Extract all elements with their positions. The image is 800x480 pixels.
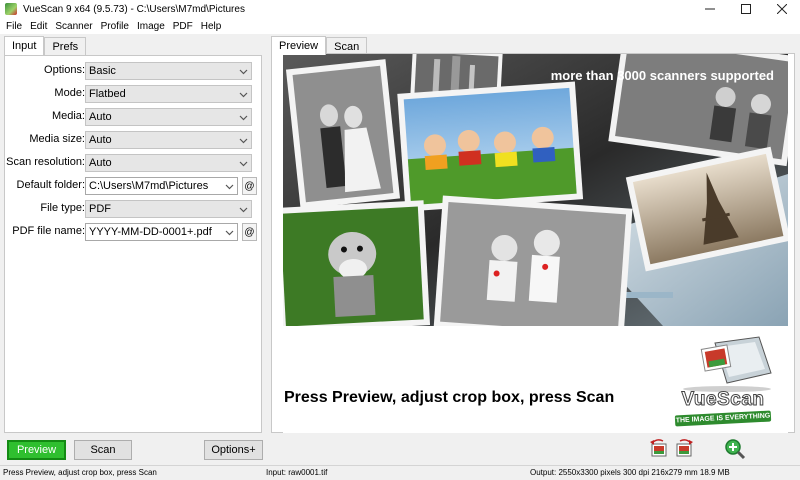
scanner-count-tagline: more than 3000 scanners supported — [550, 68, 774, 83]
file-type-label: File type: — [40, 202, 85, 214]
scan-resolution-row: Scan resolution: Auto — [5, 154, 261, 172]
zoom-in-icon[interactable] — [724, 438, 746, 460]
options-plus-button-label: Options+ — [211, 444, 256, 456]
menu-bar: File Edit Scanner Profile Image PDF Help — [0, 18, 800, 34]
media-size-row: Media size: Auto — [5, 131, 261, 149]
rotate-right-icon[interactable] — [673, 438, 695, 460]
preview-canvas[interactable]: more than 3000 scanners supported Press … — [283, 54, 788, 433]
maximize-icon — [741, 4, 751, 14]
menu-pdf[interactable]: PDF — [169, 21, 197, 32]
window-title: VueScan 9 x64 (9.5.73) - C:\Users\M7md\P… — [23, 3, 245, 15]
media-size-label: Media size: — [29, 133, 85, 145]
mode-select[interactable]: Flatbed — [85, 85, 252, 103]
preview-button[interactable]: Preview — [7, 440, 66, 460]
chevron-down-icon — [225, 230, 234, 236]
chevron-down-icon — [239, 138, 248, 144]
file-type-value: PDF — [89, 203, 111, 215]
minimize-icon — [705, 8, 715, 10]
close-button[interactable] — [764, 0, 800, 18]
media-value: Auto — [89, 111, 112, 123]
preview-panel: more than 3000 scanners supported Press … — [271, 53, 795, 433]
preview-button-label: Preview — [16, 444, 57, 456]
scan-resolution-value: Auto — [89, 157, 112, 169]
tab-input[interactable]: Input — [4, 36, 45, 55]
chevron-down-icon — [239, 115, 248, 121]
options-plus-button[interactable]: Options+ — [204, 440, 263, 460]
status-message: Press Preview, adjust crop box, press Sc… — [3, 468, 157, 477]
pdf-file-name-combo[interactable]: YYYY-MM-DD-0001+.pdf — [85, 223, 238, 241]
vuescan-scanner-logo-icon — [683, 336, 772, 392]
chevron-down-icon — [239, 207, 248, 213]
menu-image[interactable]: Image — [133, 21, 169, 32]
media-size-select[interactable]: Auto — [85, 131, 252, 149]
close-icon — [777, 4, 787, 14]
tab-prefs[interactable]: Prefs — [44, 37, 87, 55]
menu-help[interactable]: Help — [197, 21, 226, 32]
scan-button-label: Scan — [90, 444, 116, 456]
scan-resolution-select[interactable]: Auto — [85, 154, 252, 172]
mode-value: Flatbed — [89, 88, 126, 100]
mode-label: Mode: — [54, 87, 85, 99]
media-label: Media: — [51, 110, 85, 122]
vuescan-logo: VueScan THE IMAGE IS EVERYTHING — [667, 333, 779, 428]
pdf-file-name-variable-button[interactable]: @ — [242, 223, 257, 241]
rotate-left-icon[interactable] — [648, 438, 670, 460]
menu-scanner[interactable]: Scanner — [51, 21, 96, 32]
default-folder-row: Default folder: C:\Users\M7md\Pictures @ — [5, 177, 261, 195]
mode-row: Mode: Flatbed — [5, 85, 261, 103]
tab-preview[interactable]: Preview — [271, 36, 327, 55]
options-value: Basic — [89, 65, 116, 77]
menu-edit[interactable]: Edit — [26, 21, 51, 32]
default-folder-label: Default folder: — [16, 179, 85, 191]
file-type-select[interactable]: PDF — [85, 200, 252, 218]
window-controls — [692, 0, 800, 18]
chevron-down-icon — [225, 184, 234, 190]
menu-profile[interactable]: Profile — [97, 21, 133, 32]
chevron-down-icon — [239, 69, 248, 75]
options-select[interactable]: Basic — [85, 62, 252, 80]
status-input-file: Input: raw0001.tif — [266, 468, 328, 477]
scan-resolution-label: Scan resolution: — [6, 156, 85, 168]
media-row: Media: Auto — [5, 108, 261, 126]
status-bar: Press Preview, adjust crop box, press Sc… — [0, 465, 800, 480]
default-folder-combo[interactable]: C:\Users\M7md\Pictures — [85, 177, 238, 195]
pdf-file-name-label: PDF file name: — [12, 225, 85, 237]
title-bar: VueScan 9 x64 (9.5.73) - C:\Users\M7md\P… — [0, 0, 800, 18]
minimize-button[interactable] — [692, 0, 728, 18]
default-folder-value: C:\Users\M7md\Pictures — [89, 180, 209, 192]
status-output-info: Output: 2550x3300 pixels 300 dpi 216x279… — [530, 468, 730, 477]
file-type-row: File type: PDF — [5, 200, 261, 218]
scan-button[interactable]: Scan — [74, 440, 132, 460]
input-settings-panel: Options: Basic Mode: Flatbed Media: Auto… — [4, 55, 262, 433]
maximize-button[interactable] — [728, 0, 764, 18]
options-row: Options: Basic — [5, 62, 261, 80]
media-select[interactable]: Auto — [85, 108, 252, 126]
options-label: Options: — [44, 64, 85, 76]
default-folder-browse-button[interactable]: @ — [242, 177, 257, 195]
menu-file[interactable]: File — [2, 21, 26, 32]
pdf-file-name-row: PDF file name: YYYY-MM-DD-0001+.pdf @ — [5, 223, 261, 241]
logo-slogan: THE IMAGE IS EVERYTHING — [674, 410, 772, 427]
chevron-down-icon — [239, 92, 248, 98]
chevron-down-icon — [239, 161, 248, 167]
preview-instruction-text: Press Preview, adjust crop box, press Sc… — [284, 389, 615, 406]
vuescan-app-icon — [5, 3, 17, 15]
photo-collage-image — [283, 54, 788, 326]
pdf-file-name-value: YYYY-MM-DD-0001+.pdf — [89, 226, 212, 238]
logo-wordmark: VueScan — [681, 389, 765, 411]
left-tab-strip: Input Prefs — [4, 36, 87, 55]
media-size-value: Auto — [89, 134, 112, 146]
